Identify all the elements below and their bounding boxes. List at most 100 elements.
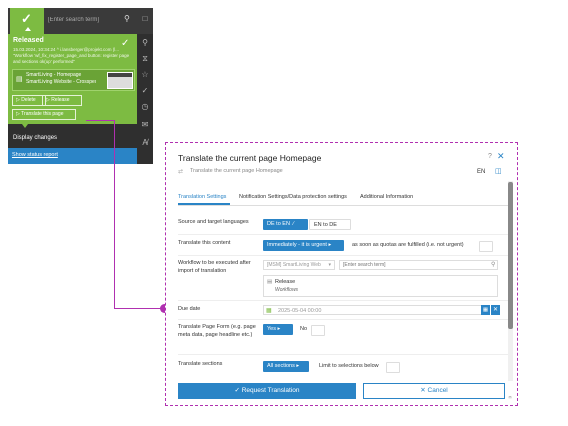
tab-notification-settings[interactable]: Notification Settings/Data protection se… [239,194,347,200]
help-icon[interactable]: ? [488,153,492,160]
close-icon: ✕ [420,387,426,394]
due-date-input[interactable]: ▦ 2025-05-04 00:00 [263,305,485,315]
workflow-project-select[interactable]: [MSM] SmartLiving Web ▾ [263,260,335,270]
page-reference[interactable]: ▤ SmartLiving - Homepage SmartLiving Web… [12,69,135,91]
clear-date-button[interactable]: ✕ [491,305,500,315]
de-to-en-label: DE to EN [267,221,290,227]
urgent-label: Immediately - it is urgent [267,242,327,248]
comment-icon[interactable]: □ [137,14,153,23]
page-project: SmartLiving Website - Crosspedi... [26,79,96,85]
request-translation-button[interactable]: ✓ Request Translation [178,383,356,399]
calendar-picker-button[interactable]: ▦ [481,305,490,315]
connector-line [114,120,115,308]
urgent-option[interactable]: Immediately - it is urgent ▸ [263,240,344,251]
check-icon: ✓ [21,11,32,26]
translate-dialog: Translate the current page Homepage ? ✕ … [165,142,518,406]
mail-icon[interactable]: ✉ [137,120,153,129]
delete-label: Delete [21,97,36,103]
workflow-name: Release [275,279,296,285]
en-to-de-label: EN to DE [314,222,337,228]
resize-handle-icon[interactable]: ≏ [508,395,512,401]
request-translation-label: Request Translation [241,387,300,394]
release-label: Release [51,97,70,103]
translate-icon: ⇄ [178,169,184,175]
translate-content-label: Translate this content [178,240,231,246]
language-indicator[interactable]: EN [477,169,485,175]
en-to-de-option[interactable]: EN to DE [309,219,351,230]
not-urgent-option[interactable]: as soon as quotas are fulfilled (i.e. no… [348,240,478,251]
page-name: SmartLiving - Homepage [26,72,82,78]
search-icon[interactable]: ⚲ [491,261,495,268]
toggle-stub[interactable] [311,325,325,336]
status-tab[interactable]: ✓ [10,8,44,34]
show-status-report-link[interactable]: Show status report [12,152,58,158]
content-status-panel: ✓ ⚲ □ ⚲ ⧖ ☆ ✓ ◷ ✉ A̸ Released ✓ 15.03.20… [8,8,153,164]
caret-icon [25,27,31,31]
status-meta: 15.03.2024, 10:34:24 ^ i.lansberger@proj… [13,47,119,52]
connector-line [114,308,164,309]
chevron-right-icon: ▸ [328,242,332,248]
all-sections-option[interactable]: All sections ▸ [263,361,309,372]
calendar-icon: ▦ [266,308,272,314]
page-form-yes-option[interactable]: Yes ▸ [263,324,293,335]
due-date-value: 2025-05-04 00:00 [278,307,322,314]
status-report-bar: Show status report [8,148,137,164]
divider [178,319,508,320]
cancel-label: Cancel [427,387,448,394]
document-icon: ▤ [16,76,23,83]
search-icon[interactable]: ⚲ [137,38,153,47]
workflow-search-input[interactable] [339,260,498,270]
de-to-en-option[interactable]: DE to EN ∕ [263,219,308,230]
workflow-label: Workflow to be executed after import of … [178,260,251,274]
toggle-stub[interactable] [479,241,493,252]
cancel-button[interactable]: ✕ Cancel [363,383,505,399]
page-form-label: Translate Page Form (e.g. page meta data… [178,324,256,338]
panel-topbar: ✓ ⚲ [8,8,153,34]
yes-label: Yes [267,326,276,332]
divider [178,354,508,355]
source-target-label: Source and target languages [178,219,249,225]
side-icon-strip: □ ⚲ ⧖ ☆ ✓ ◷ ✉ A̸ [137,14,153,164]
link-icon[interactable]: ⧖ [137,54,153,64]
search-input[interactable] [48,14,118,26]
workflow-type: Workflows [275,287,299,293]
divider [178,300,508,301]
translate-page-button[interactable]: ▷ Translate this page [12,109,76,120]
release-status-box: Released ✓ 15.03.2024, 10:34:24 ^ i.lans… [8,34,137,124]
divider [178,234,508,235]
sections-label: Translate sections [178,361,223,367]
search-icon[interactable]: ⚲ [124,14,130,23]
chevron-down-icon: ▾ [328,262,331,268]
translate-page-label: Translate this page [21,111,64,117]
display-changes-section[interactable]: Display changes [8,124,137,148]
checkmark-icon[interactable]: ✓ [137,86,153,95]
tab-additional-information[interactable]: Additional Information [360,194,413,200]
display-changes-label: Display changes [13,135,58,141]
divider [178,255,508,256]
dialog-title: Translate the current page Homepage [178,153,322,163]
limit-sections-option[interactable]: Limit to selections below [315,361,395,372]
clock-icon[interactable]: ◷ [137,102,153,111]
tab-translation-settings[interactable]: Translation Settings [178,194,226,200]
release-button[interactable]: ▷ Release [42,95,82,106]
chevron-right-icon: ▸ [277,326,281,332]
tab-divider [178,205,508,206]
close-icon[interactable]: ✕ [497,151,505,162]
toggle-stub[interactable] [386,362,400,373]
caret-icon [22,124,28,128]
status-note: "Workflow 'wf_fix_register_page_and butt… [13,53,130,64]
translate-icon[interactable]: A̸ [137,138,153,147]
language-icon[interactable]: ◫ [495,167,502,175]
edit-icon: ∕ [293,221,294,227]
scrollbar-thumb[interactable] [508,182,513,329]
delete-button[interactable]: ▷ Delete [12,95,46,106]
page-thumbnail [107,72,133,89]
limit-sections-label: Limit to selections below [319,363,379,369]
chevron-right-icon: ▸ [296,363,300,369]
workflow-project-value: [MSM] SmartLiving Web [267,262,321,268]
star-icon[interactable]: ☆ [137,70,153,79]
all-sections-label: All sections [267,363,295,369]
workflow-list[interactable]: ▤ Release Workflows [263,275,498,297]
active-tab-indicator [178,203,230,205]
dialog-subtitle: Translate the current page Homepage [190,168,283,174]
